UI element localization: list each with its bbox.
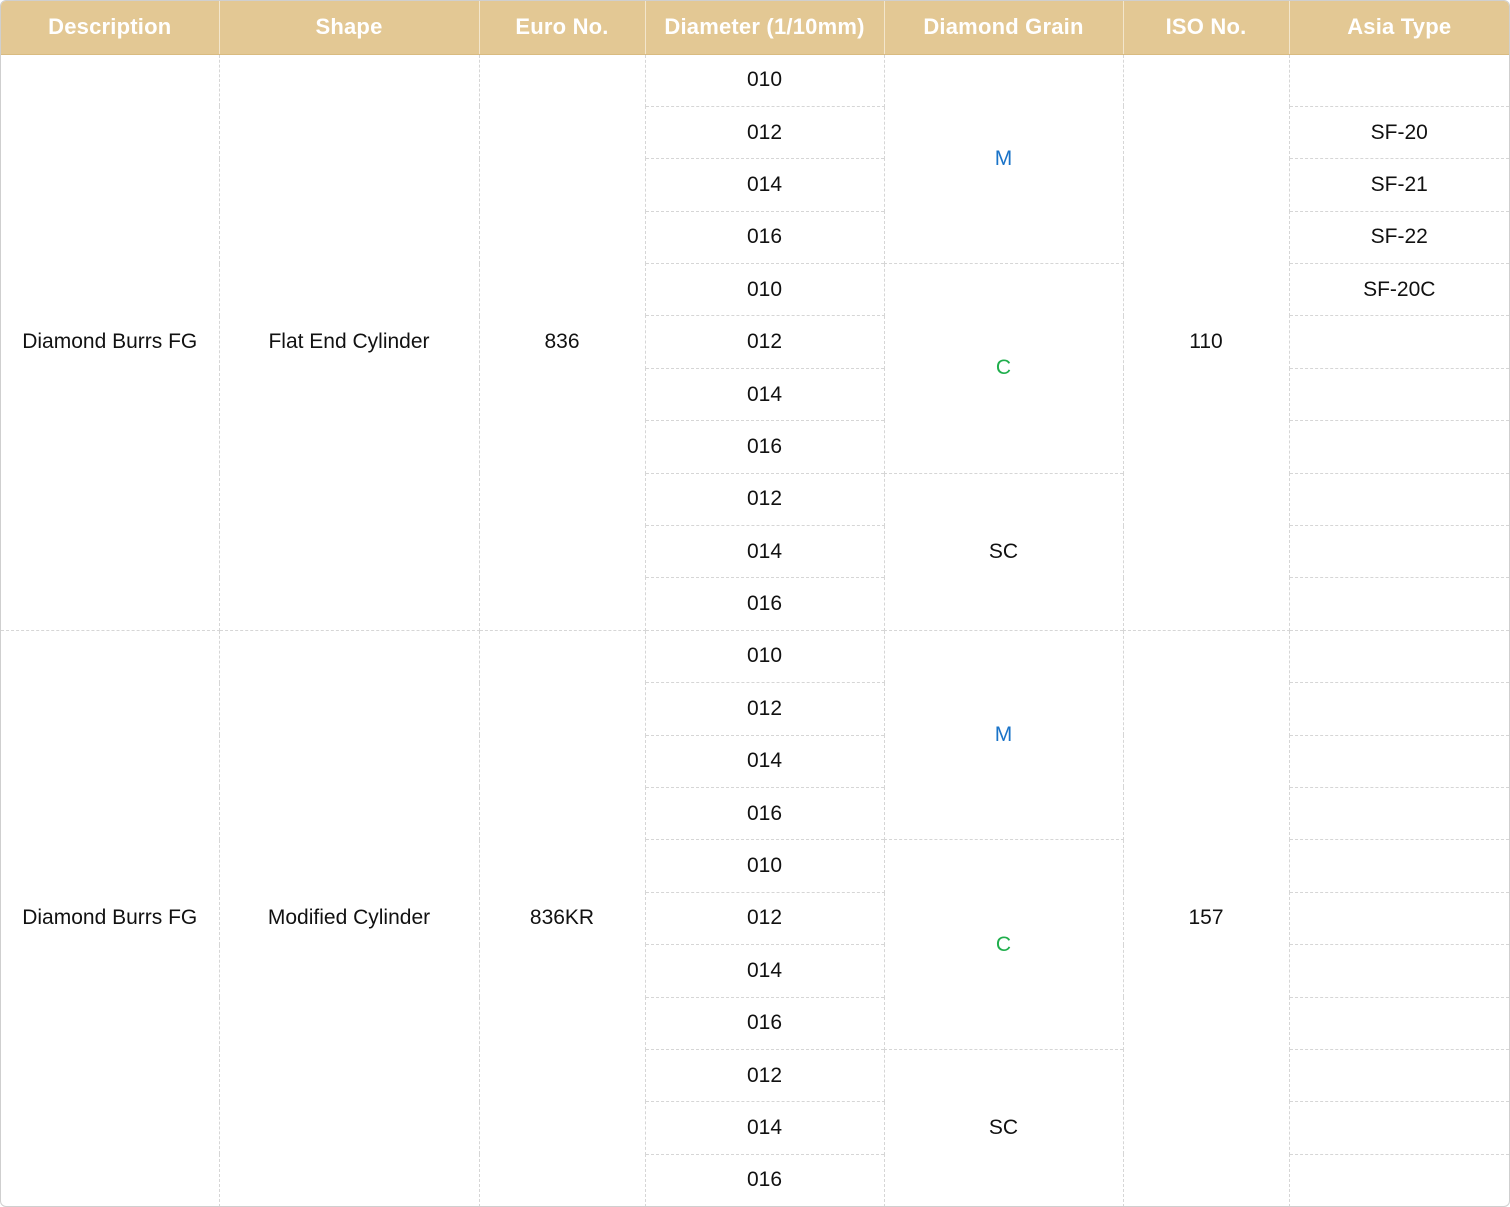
diameter-cell: 016 <box>645 786 885 841</box>
asia-type-cell: SF-22 <box>1288 210 1509 265</box>
diamond-grain-cell: SC <box>883 1048 1124 1206</box>
asia-type-cell <box>1288 315 1509 369</box>
column-header-asia-type: Asia Type <box>1289 1 1509 55</box>
diameter-cell: 012 <box>645 472 885 527</box>
diameter-cell: 010 <box>644 53 885 107</box>
diamond-grain-cell: SC <box>883 472 1124 631</box>
header-row: Description Shape Euro No. Diameter (1/1… <box>1 1 1509 55</box>
euro-no-cell: 836 <box>478 53 646 631</box>
column-header-shape: Shape <box>219 1 480 55</box>
asia-type-cell <box>1288 682 1509 736</box>
asia-type-cell: SF-21 <box>1288 158 1509 212</box>
table-row: Diamond Burrs FG Modified Cylinder 836KR 01… <box>1 629 1509 1206</box>
description-cell: Diamond Burrs FG <box>1 53 220 631</box>
diameter-cell: 016 <box>645 420 885 474</box>
asia-type-cell <box>1288 472 1509 527</box>
diameter-cell: 014 <box>645 525 885 579</box>
spec-table-frame: Description Shape Euro No. Diameter (1/1… <box>0 0 1510 1207</box>
iso-no-cell: 157 <box>1122 629 1290 1206</box>
iso-no-cell: 110 <box>1122 53 1290 631</box>
diameter-cell: 014 <box>645 734 885 788</box>
asia-type-cell: SF-20 <box>1288 105 1509 160</box>
shape-cell: Flat End Cylinder <box>218 53 480 631</box>
table-row: Diamond Burrs FG Flat End Cylinder 836 010 M… <box>1 53 1509 631</box>
description-cell: Diamond Burrs FG <box>1 629 220 1206</box>
diameter-cell: 012 <box>645 315 885 369</box>
diamond-grain-cell: C <box>883 263 1124 474</box>
diameter-cell: 010 <box>644 629 885 684</box>
shape-cell: Modified Cylinder <box>218 629 480 1206</box>
asia-type-cell <box>1288 367 1509 422</box>
asia-type-cell <box>1288 996 1509 1050</box>
column-header-euro-no: Euro No. <box>479 1 646 55</box>
asia-type-cell <box>1288 53 1509 107</box>
diameter-cell: 014 <box>645 1101 885 1155</box>
product-spec-table: Description Shape Euro No. Diameter (1/1… <box>1 1 1509 1206</box>
asia-type-cell <box>1288 786 1509 841</box>
asia-type-cell <box>1288 1153 1509 1206</box>
asia-type-cell <box>1288 891 1509 946</box>
asia-type-cell <box>1288 1101 1509 1155</box>
diameter-cell: 012 <box>645 105 885 160</box>
column-header-iso-no: ISO No. <box>1123 1 1290 55</box>
asia-type-cell <box>1288 525 1509 579</box>
diameter-cell: 016 <box>645 996 885 1050</box>
diameter-cell: 014 <box>645 367 885 422</box>
asia-type-cell <box>1288 734 1509 788</box>
euro-no-cell: 836KR <box>478 629 646 1206</box>
diameter-cell: 012 <box>645 682 885 736</box>
diameter-cell: 010 <box>645 263 885 317</box>
asia-type-cell <box>1288 1048 1509 1103</box>
diameter-cell: 016 <box>645 577 885 631</box>
diameter-cell: 014 <box>645 944 885 998</box>
asia-type-cell: SF-20C <box>1288 263 1509 317</box>
column-header-diameter: Diameter (1/10mm) <box>645 1 885 55</box>
diameter-cell: 016 <box>645 210 885 265</box>
diamond-grain-cell: M <box>883 53 1124 265</box>
diameter-cell: 014 <box>645 158 885 212</box>
diameter-cell: 010 <box>645 839 885 893</box>
column-header-description: Description <box>1 1 220 55</box>
diameter-cell: 012 <box>645 1048 885 1103</box>
diamond-grain-cell: C <box>883 839 1124 1050</box>
diamond-grain-cell: M <box>883 629 1124 841</box>
diameter-cell: 016 <box>645 1153 885 1206</box>
column-header-diamond-grain: Diamond Grain <box>884 1 1124 55</box>
asia-type-cell <box>1288 629 1509 684</box>
asia-type-cell <box>1288 420 1509 474</box>
asia-type-cell <box>1288 577 1509 631</box>
diameter-cell: 012 <box>645 891 885 946</box>
asia-type-cell <box>1288 944 1509 998</box>
table-body: Diamond Burrs FG Flat End Cylinder 836 010 M… <box>1 53 1509 1206</box>
asia-type-cell <box>1288 839 1509 893</box>
